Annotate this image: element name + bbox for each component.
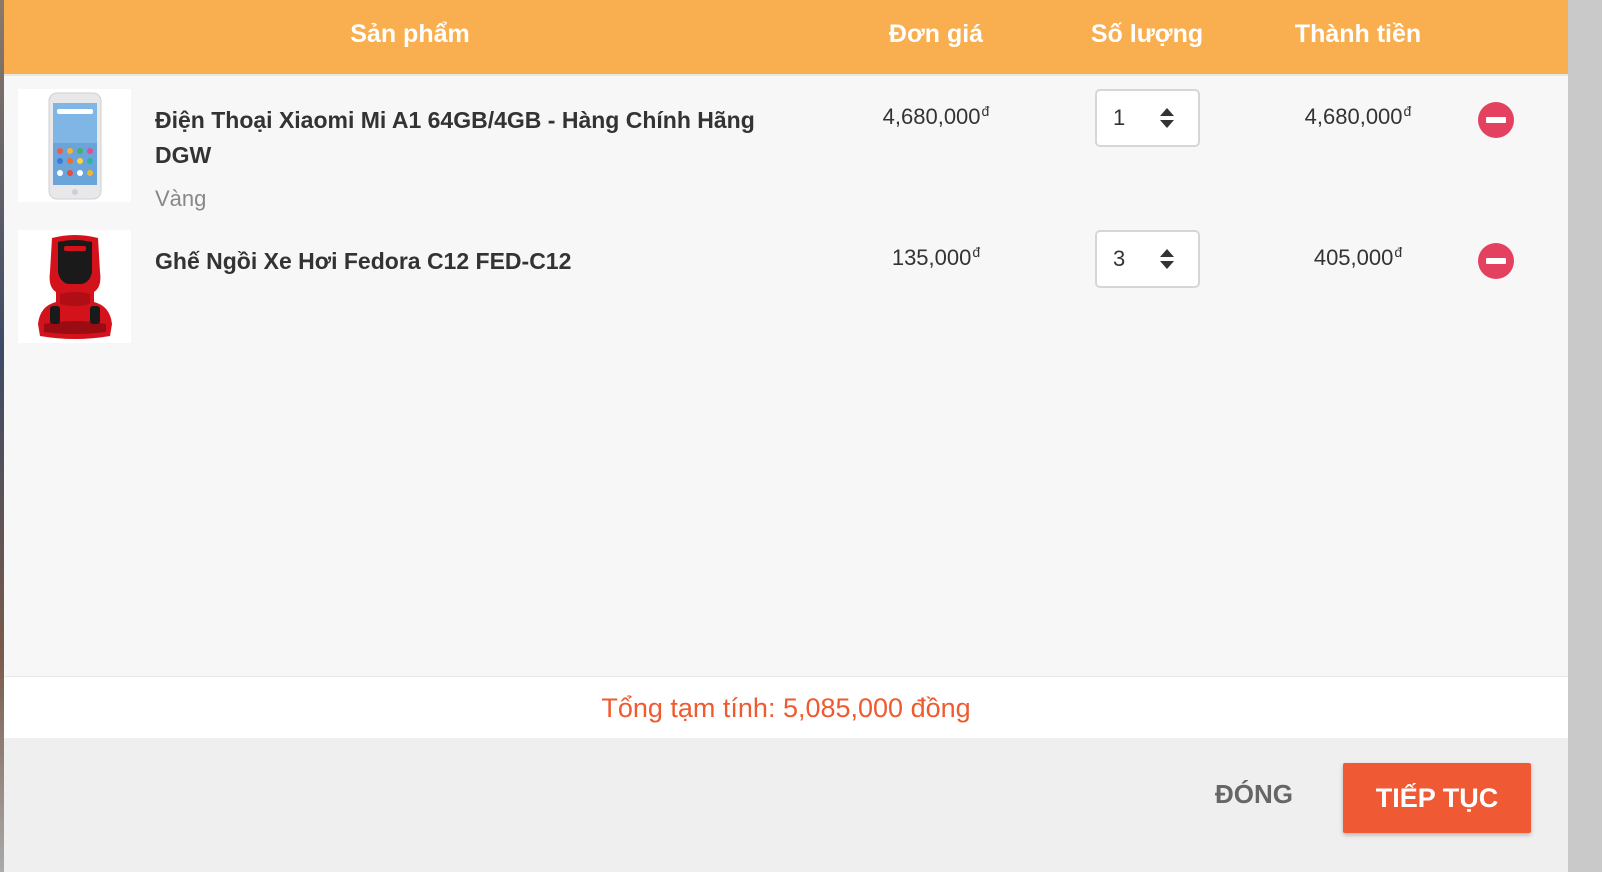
header-product: Sản phẩm (350, 20, 470, 48)
spinner-arrows-icon[interactable] (1159, 107, 1175, 129)
currency-symbol: đ (972, 244, 981, 260)
close-button[interactable]: ĐÓNG (1204, 779, 1304, 810)
header-line-total: Thành tiền (1294, 20, 1422, 48)
cart-row: Điện Thoại Xiaomi Mi A1 64GB/4GB - Hàng … (4, 89, 1568, 219)
subtotal-text: Tổng tạm tính: 5,085,000 đồng (601, 693, 971, 723)
cart-table-header: Sản phẩm Đơn giá Số lượng Thành tiền (4, 0, 1568, 76)
quantity-value[interactable]: 1 (1113, 105, 1125, 131)
cart-row: Ghế Ngồi Xe Hơi Fedora C12 FED-C12 135,0… (4, 230, 1568, 360)
product-thumbnail[interactable] (18, 89, 131, 202)
cart-modal: Sản phẩm Đơn giá Số lượng Thành tiền Điệ… (4, 0, 1568, 872)
unit-price: 4,680,000đ (836, 103, 1036, 130)
product-name[interactable]: Điện Thoại Xiaomi Mi A1 64GB/4GB - Hàng … (155, 103, 815, 173)
modal-footer: ĐÓNG TIẾP TỤC (4, 738, 1568, 872)
continue-button[interactable]: TIẾP TỤC (1343, 763, 1531, 833)
unit-price-value: 135,000 (891, 245, 972, 270)
line-total-value: 405,000 (1313, 245, 1394, 270)
header-quantity: Số lượng (1090, 20, 1204, 48)
header-unit-price: Đơn giá (888, 20, 984, 48)
currency-symbol: đ (981, 103, 990, 119)
quantity-stepper[interactable]: 3 (1095, 230, 1200, 288)
line-total: 405,000đ (1258, 244, 1458, 271)
spinner-arrows-icon[interactable] (1159, 248, 1175, 270)
quantity-value[interactable]: 3 (1113, 246, 1125, 272)
cart-table-body: Điện Thoại Xiaomi Mi A1 64GB/4GB - Hàng … (4, 76, 1568, 676)
currency-symbol: đ (1394, 244, 1403, 260)
product-thumbnail[interactable] (18, 230, 131, 343)
product-name[interactable]: Ghế Ngồi Xe Hơi Fedora C12 FED-C12 (155, 244, 815, 279)
unit-price: 135,000đ (836, 244, 1036, 271)
quantity-stepper[interactable]: 1 (1095, 89, 1200, 147)
line-total: 4,680,000đ (1258, 103, 1458, 130)
unit-price-value: 4,680,000 (882, 104, 981, 129)
currency-symbol: đ (1403, 103, 1412, 119)
product-variant: Vàng (155, 186, 207, 211)
line-total-value: 4,680,000 (1304, 104, 1403, 129)
cart-summary: Tổng tạm tính: 5,085,000 đồng (4, 676, 1568, 738)
remove-item-icon[interactable] (1478, 243, 1514, 279)
smartphone-icon (48, 92, 101, 199)
car-seat-icon (37, 234, 112, 339)
backdrop-right (1568, 0, 1602, 872)
remove-item-icon[interactable] (1478, 102, 1514, 138)
